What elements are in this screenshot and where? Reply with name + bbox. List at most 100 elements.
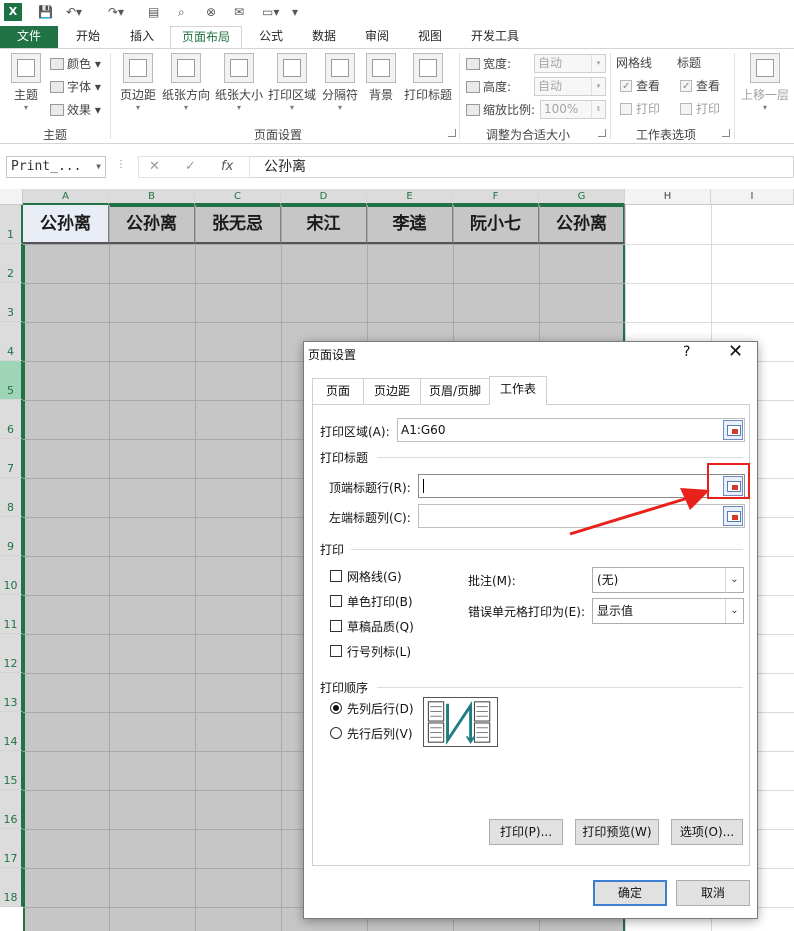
form-icon[interactable]: ▭▾ (262, 3, 279, 21)
column-header[interactable]: A (23, 189, 109, 205)
tab-home[interactable]: 开始 (64, 26, 112, 48)
draft-quality-checkbox[interactable] (330, 620, 342, 632)
comments-select[interactable]: (无) ⌄ (592, 567, 744, 593)
row-header[interactable]: 5 (0, 361, 23, 400)
tab-page-layout[interactable]: 页面布局 (170, 26, 242, 48)
header-cell[interactable]: 阮小七 (453, 205, 539, 244)
header-cell[interactable]: 公孙离 (539, 205, 625, 244)
header-cell[interactable]: 公孙离 (109, 205, 195, 244)
cols-range-picker-icon[interactable] (723, 506, 743, 526)
cell-errors-select[interactable]: 显示值 ⌄ (592, 598, 744, 624)
background-button[interactable]: 背景 (363, 53, 399, 103)
print-preview-button[interactable]: 打印预览(W) (575, 819, 659, 845)
row-header[interactable]: 18 (0, 868, 23, 907)
margins-button[interactable]: 页边距 ▾ (116, 53, 160, 113)
over-then-down-radio[interactable] (330, 727, 342, 739)
redo-icon[interactable]: ↷▾ (108, 3, 124, 21)
range-picker-icon[interactable] (723, 420, 743, 440)
column-header[interactable]: C (195, 189, 281, 205)
tab-view[interactable]: 视图 (406, 26, 454, 48)
print-preview-icon[interactable]: ▤ (148, 3, 159, 21)
gridlines-print-checkbox[interactable]: 打印 (620, 100, 660, 118)
tab-margins[interactable]: 页边距 (363, 378, 421, 404)
header-cell[interactable]: 张无忌 (195, 205, 281, 244)
row-header[interactable]: 14 (0, 712, 23, 751)
row-header[interactable]: 3 (0, 283, 23, 322)
effects-button[interactable]: 效果 ▾ (50, 101, 101, 119)
scale-launcher-icon[interactable] (598, 129, 606, 137)
row-header[interactable]: 10 (0, 556, 23, 595)
row-header[interactable]: 12 (0, 634, 23, 673)
height-select[interactable]: 自动 ▾ (534, 77, 606, 96)
column-header[interactable]: F (453, 189, 539, 205)
print-titles-button[interactable]: 打印标题 (402, 53, 454, 103)
close-button[interactable]: ✕ (728, 341, 743, 362)
gridlines-view-checkbox[interactable]: 查看 (620, 77, 660, 96)
zoom-spinner[interactable]: 100% ⇕ (540, 100, 606, 119)
row-header[interactable]: 2 (0, 244, 23, 283)
colors-button[interactable]: 颜色 ▾ (50, 55, 101, 73)
page-setup-launcher-icon[interactable] (448, 129, 456, 137)
select-all-corner[interactable] (0, 189, 23, 205)
print-area-input[interactable]: A1:G60 (397, 418, 745, 442)
row-col-headings-checkbox[interactable] (330, 645, 342, 657)
ok-button[interactable]: 确定 (593, 880, 667, 906)
tab-review[interactable]: 审阅 (353, 26, 401, 48)
tab-sheet[interactable]: 工作表 (489, 376, 547, 405)
tab-data[interactable]: 数据 (300, 26, 348, 48)
customize-icon[interactable]: ▾ (292, 3, 298, 21)
row-header[interactable]: 1 (0, 205, 23, 244)
column-header[interactable]: B (109, 189, 195, 205)
headings-view-checkbox[interactable]: 查看 (680, 77, 720, 96)
themes-button[interactable]: 主题 ▾ (6, 53, 46, 113)
column-header[interactable]: D (281, 189, 367, 205)
formula-input[interactable]: 公孙离 (250, 156, 794, 178)
zoom-icon[interactable]: ⌕ (178, 3, 185, 21)
row-header[interactable]: 17 (0, 829, 23, 868)
tab-insert[interactable]: 插入 (118, 26, 166, 48)
header-cell[interactable]: 李逵 (367, 205, 453, 244)
print-area-button[interactable]: 打印区域 ▾ (266, 53, 318, 113)
enter-icon[interactable]: ✓ (185, 159, 196, 174)
save-icon[interactable]: 💾 (38, 3, 53, 21)
tab-page[interactable]: 页面 (312, 378, 364, 404)
row-header[interactable]: 9 (0, 517, 23, 556)
row-header[interactable]: 6 (0, 400, 23, 439)
cancel-icon[interactable]: ✕ (149, 159, 160, 174)
help-button[interactable]: ? (683, 344, 690, 360)
cancel-button[interactable]: 取消 (676, 880, 750, 906)
column-header[interactable]: E (367, 189, 453, 205)
size-button[interactable]: 纸张大小 ▾ (213, 53, 265, 113)
email-icon[interactable]: ✉ (234, 3, 244, 21)
column-header[interactable]: H (625, 189, 711, 205)
row-header[interactable]: 13 (0, 673, 23, 712)
black-white-checkbox[interactable] (330, 595, 342, 607)
row-header[interactable]: 8 (0, 478, 23, 517)
down-then-over-radio[interactable] (330, 702, 342, 714)
breaks-button[interactable]: 分隔符 ▾ (320, 53, 360, 113)
orientation-button[interactable]: 纸张方向 ▾ (160, 53, 212, 113)
headings-print-checkbox[interactable]: 打印 (680, 100, 720, 118)
bring-forward-button[interactable]: 上移一层 ▾ (738, 53, 792, 113)
insert-function-icon[interactable]: fx (221, 159, 233, 174)
row-header[interactable]: 15 (0, 751, 23, 790)
row-header[interactable]: 4 (0, 322, 23, 361)
row-header[interactable]: 11 (0, 595, 23, 634)
options-button[interactable]: 选项(O)... (671, 819, 743, 845)
fonts-button[interactable]: 字体 ▾ (50, 78, 101, 96)
row-header[interactable]: 7 (0, 439, 23, 478)
clear-icon[interactable]: ⊗ (206, 3, 216, 21)
column-header[interactable]: I (711, 189, 794, 205)
header-cell[interactable]: 公孙离 (23, 205, 109, 244)
row-header[interactable]: 16 (0, 790, 23, 829)
tab-header-footer[interactable]: 页眉/页脚 (420, 378, 490, 404)
chevron-down-icon[interactable]: ▼ (96, 157, 101, 177)
width-select[interactable]: 自动 ▾ (534, 54, 606, 73)
tab-file[interactable]: 文件 (0, 26, 58, 48)
undo-icon[interactable]: ↶▾ (66, 3, 82, 21)
column-header[interactable]: G (539, 189, 625, 205)
gridlines-checkbox[interactable] (330, 570, 342, 582)
print-button[interactable]: 打印(P)... (489, 819, 563, 845)
header-cell[interactable]: 宋江 (281, 205, 367, 244)
sheet-options-launcher-icon[interactable] (722, 129, 730, 137)
